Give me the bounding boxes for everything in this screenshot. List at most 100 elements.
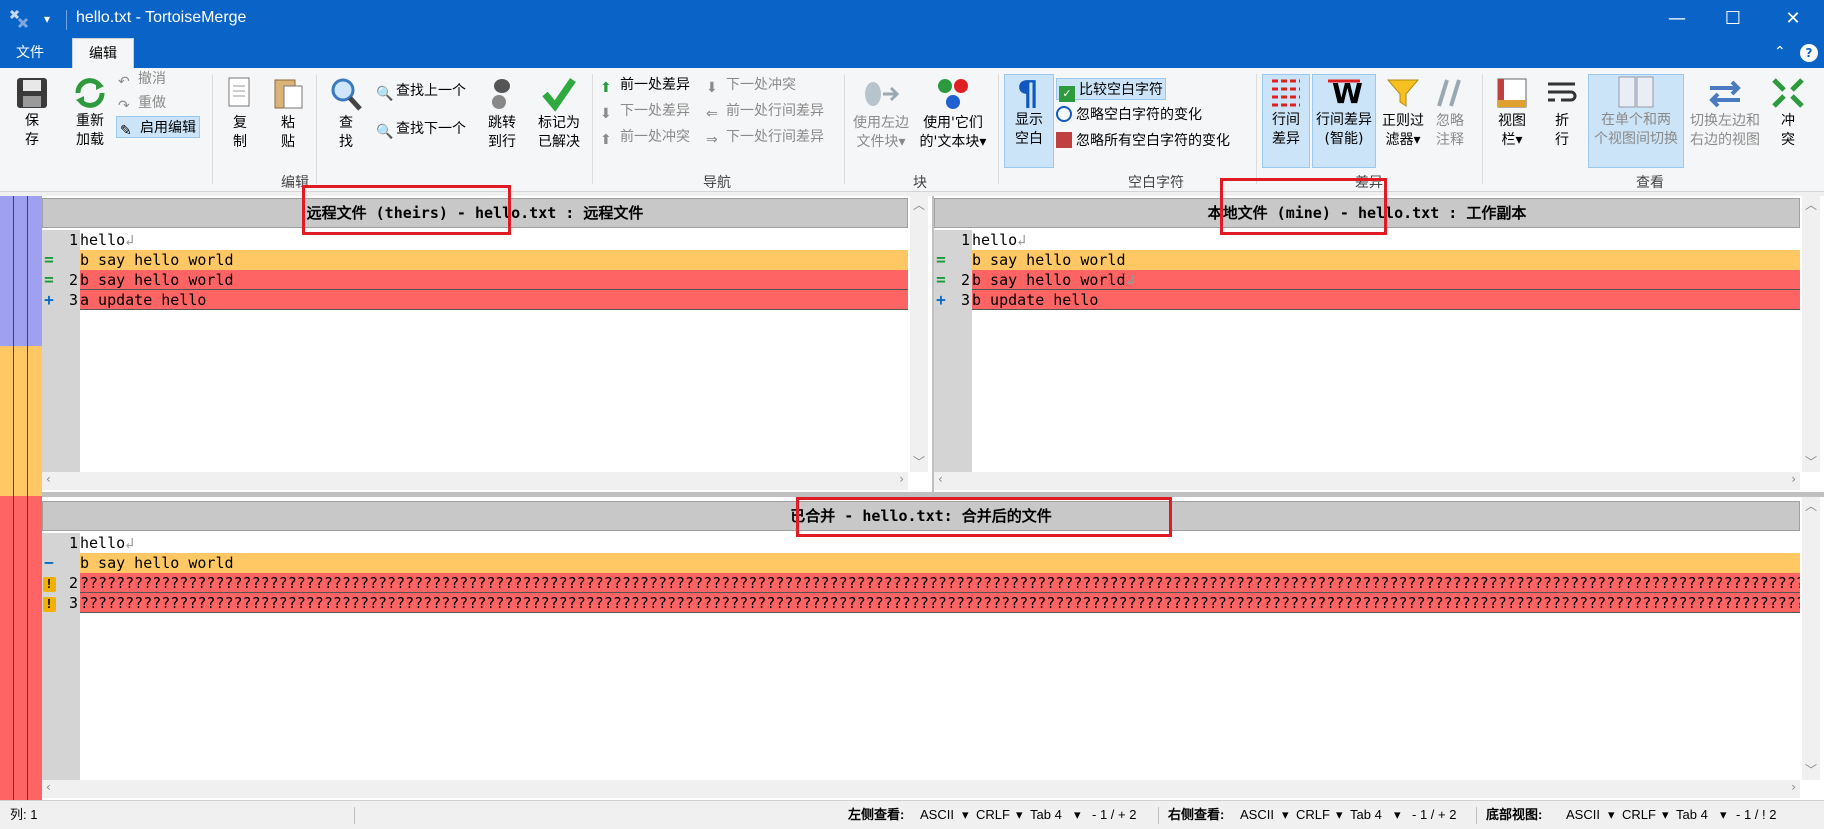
location-bar[interactable] xyxy=(0,196,42,800)
theirs-pane[interactable]: 远程文件 (theirs) - hello.txt : 远程文件 ︿ ﹀ hell… xyxy=(42,196,932,492)
undo-icon: ↶ xyxy=(118,74,130,90)
undo-button[interactable]: ↶ 撤消 xyxy=(118,68,166,90)
diff-line[interactable]: b say hello world xyxy=(80,250,908,270)
copy-label-1: 复 xyxy=(233,115,247,131)
mine-pane[interactable]: 本地文件 (mine) - hello.txt : 工作副本 ︿ ﹀ hello↲… xyxy=(934,196,1824,492)
prev-diff-button[interactable]: ⬆ 前一处差异 xyxy=(600,74,690,96)
theirs-horizontal-scrollbar[interactable]: ‹ › xyxy=(42,472,908,490)
diff-line[interactable]: ????????????????????????????????????????… xyxy=(80,573,1800,593)
separator xyxy=(1482,74,1483,184)
inline-diff-smart-button[interactable]: W 行间差异 (智能) xyxy=(1312,74,1376,168)
enable-edit-button[interactable]: ✎ 启用编辑 xyxy=(116,116,200,139)
show-ws-label-1: 显示 xyxy=(1015,112,1043,128)
status-bottom-encoding[interactable]: ASCII xyxy=(1566,801,1600,829)
line-text: hello xyxy=(972,231,1018,249)
reload-button[interactable]: 重新 加载 xyxy=(66,76,114,150)
close-button[interactable]: ✕ xyxy=(1766,0,1820,38)
use-left-label-1: 使用左边 xyxy=(853,115,909,131)
find-label-2: 找 xyxy=(339,134,353,150)
status-bottom-tab[interactable]: Tab 4 xyxy=(1676,801,1708,829)
toggle-single-two-view-button[interactable]: 在单个和两 个视图间切换 xyxy=(1588,74,1684,168)
theirs-vertical-scrollbar[interactable]: ︿ ﹀ xyxy=(910,196,928,472)
regex-label-2: 滤器 xyxy=(1385,132,1414,148)
location-segment xyxy=(0,496,42,800)
mine-horizontal-scrollbar[interactable]: ‹ › xyxy=(934,472,1800,490)
tortoisemerge-app-icon[interactable] xyxy=(8,8,30,30)
status-right-encoding[interactable]: ASCII xyxy=(1240,801,1274,829)
next-inline-diff-button[interactable]: ⇒ 下一处行间差异 xyxy=(706,126,824,148)
line-number: 1 xyxy=(68,534,78,552)
diff-line[interactable]: ????????????????????????????????????????… xyxy=(80,593,1800,613)
status-left-encoding[interactable]: ASCII xyxy=(920,801,954,829)
prev-conflict-button[interactable]: ⬆ 前一处冲突 xyxy=(600,126,690,148)
status-right-eol[interactable]: CRLF xyxy=(1296,801,1330,829)
added-marker-icon: + xyxy=(44,290,54,309)
line-text: ????????????????????????????????????????… xyxy=(80,574,1800,592)
inline-diff-button[interactable]: 行间 差异 xyxy=(1262,74,1310,168)
dropdown-caret-icon: ▾ xyxy=(979,134,987,150)
prev-diff-label: 前一处差异 xyxy=(620,77,690,93)
enable-edit-label: 启用编辑 xyxy=(140,120,196,136)
merged-vertical-scrollbar[interactable]: ︿ ﹀ xyxy=(1802,497,1820,780)
arrow-down-icon: ⬇ xyxy=(600,106,612,122)
find-next-button[interactable]: 🔍 查找下一个 xyxy=(376,118,466,140)
dropdown-caret-icon: ▾ xyxy=(898,134,906,150)
diff-line[interactable]: a update hello xyxy=(80,290,908,310)
line-number: 3 xyxy=(68,291,78,309)
collapse-ribbon-icon[interactable]: ⌃ xyxy=(1774,44,1786,60)
line-number: 3 xyxy=(68,594,78,612)
line-ending-glyph: ↲ xyxy=(125,231,135,249)
pilcrow-icon: ¶ xyxy=(1017,75,1039,109)
use-left-block-button[interactable]: 使用左边 文件块▾ xyxy=(848,76,914,152)
minimize-button[interactable]: — xyxy=(1650,0,1704,38)
pane-splitter[interactable] xyxy=(932,196,934,492)
save-button[interactable]: 保 存 xyxy=(10,76,54,150)
paste-button[interactable]: 粘 贴 xyxy=(268,76,308,152)
use-theirs-block-button[interactable]: 使用'它们 的'文本块▾ xyxy=(916,76,990,152)
maximize-button[interactable]: ☐ xyxy=(1706,0,1760,38)
next-inline-label: 下一处行间差异 xyxy=(726,129,824,145)
status-right-tab[interactable]: Tab 4 xyxy=(1350,801,1382,829)
tab-edit[interactable]: 编辑 xyxy=(72,38,134,68)
ignore-ws-changes-button[interactable]: 忽略空白字符的变化 xyxy=(1056,104,1202,126)
mark-resolved-button[interactable]: 标记为 已解决 xyxy=(532,76,586,152)
compare-whitespace-button[interactable]: ✓ 比较空白字符 xyxy=(1056,78,1166,102)
copy-icon xyxy=(228,77,250,107)
merged-horizontal-scrollbar[interactable]: ‹ › xyxy=(42,780,1800,798)
ignore-comments-button[interactable]: 忽略 注释 xyxy=(1428,76,1472,150)
mine-vertical-scrollbar[interactable]: ︿ ﹀ xyxy=(1802,196,1820,472)
status-left-eol[interactable]: CRLF xyxy=(976,801,1010,829)
swap-views-button[interactable]: 切换左边和 右边的视图 xyxy=(1686,76,1764,150)
quick-access-dropdown-icon[interactable]: ▾ xyxy=(44,12,50,26)
dropdown-caret-icon: ▾ xyxy=(962,807,969,822)
show-whitespace-button[interactable]: ¶ 显示 空白 xyxy=(1004,74,1054,168)
next-conflict-button[interactable]: ⬇ 下一处冲突 xyxy=(706,74,796,96)
find-prev-button[interactable]: 🔍 查找上一个 xyxy=(376,80,466,102)
regex-filter-button[interactable]: 正则过 滤器▾ xyxy=(1378,76,1428,150)
diff-line[interactable]: b say hello world↲ xyxy=(972,270,1800,290)
line-text: b say hello world xyxy=(80,251,234,269)
diff-line[interactable]: b say hello world xyxy=(80,270,908,290)
help-icon[interactable]: ? xyxy=(1800,44,1818,62)
diff-line[interactable]: b say hello world xyxy=(80,553,1800,573)
arrow-up-icon: ⬆ xyxy=(600,132,612,148)
find-button[interactable]: 查 找 xyxy=(324,76,368,152)
diff-line[interactable]: b say hello world xyxy=(972,250,1800,270)
dropdown-caret-icon: ▾ xyxy=(1662,807,1669,822)
ignore-all-ws-button[interactable]: 忽略所有空白字符的变化 xyxy=(1056,130,1230,152)
goto-line-button[interactable]: 跳转 到行 xyxy=(480,76,524,152)
copy-button[interactable]: 复 制 xyxy=(220,76,260,152)
wrap-lines-button[interactable]: 折 行 xyxy=(1540,76,1584,150)
conflict-button[interactable]: 冲 突 xyxy=(1766,76,1810,150)
merged-pane[interactable]: 已合并 - hello.txt: 合并后的文件 ︿ ﹀ hello↲ 1 b say … xyxy=(42,497,1824,800)
prev-inline-diff-button[interactable]: ⇐ 前一处行间差异 xyxy=(706,100,824,122)
find-prev-icon: 🔍 xyxy=(376,86,394,102)
next-diff-button[interactable]: ⬇ 下一处差异 xyxy=(600,100,690,122)
tab-file[interactable]: 文件 xyxy=(0,38,60,68)
status-bottom-eol[interactable]: CRLF xyxy=(1622,801,1656,829)
status-left-tab[interactable]: Tab 4 xyxy=(1030,801,1062,829)
view-bar-button[interactable]: 视图 栏▾ xyxy=(1488,76,1536,150)
goto-label-2: 到行 xyxy=(488,134,516,150)
redo-button[interactable]: ↷ 重做 xyxy=(118,92,166,114)
diff-line[interactable]: b update hello xyxy=(972,290,1800,310)
